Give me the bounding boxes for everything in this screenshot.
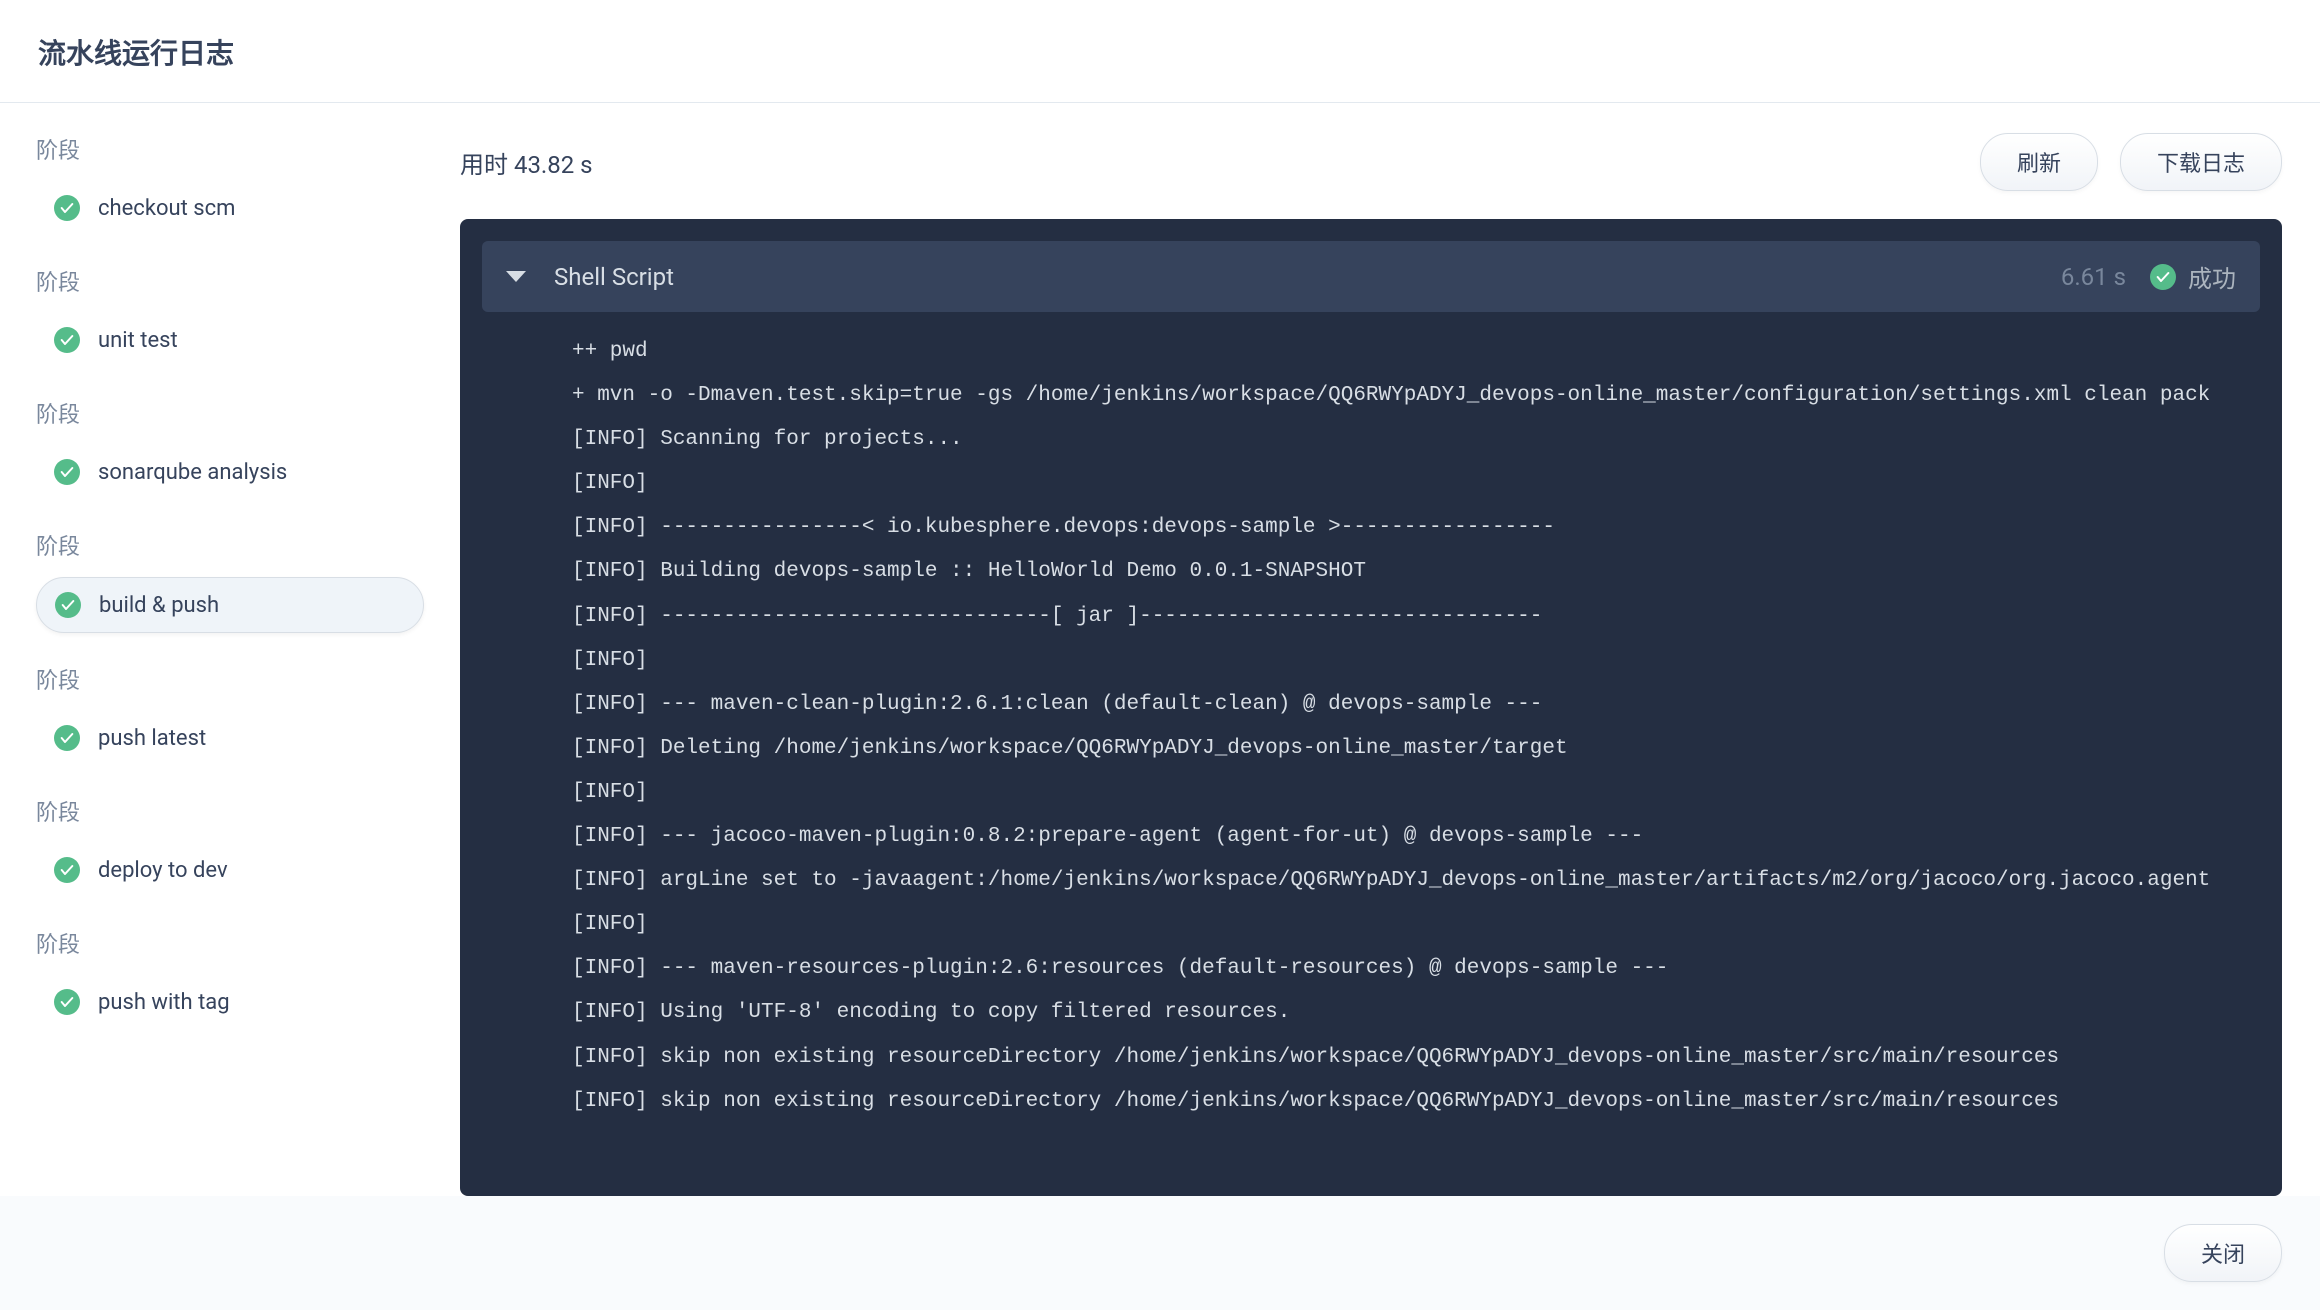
- stage-group-label: 阶段: [36, 133, 424, 165]
- log-line: [INFO]: [572, 771, 2260, 815]
- log-status-text: 成功: [2188, 259, 2236, 294]
- log-section-time: 6.61 s: [2061, 263, 2126, 291]
- log-line: + mvn -o -Dmaven.test.skip=true -gs /hom…: [572, 374, 2260, 418]
- sidebar: 阶段 checkout scm 阶段 unit test 阶段 sonarqube ana…: [0, 103, 460, 1196]
- stage-name: checkout scm: [98, 196, 235, 221]
- stage-group-label: 阶段: [36, 795, 424, 827]
- caret-down-icon: [506, 271, 526, 282]
- log-line: [INFO] --- maven-clean-plugin:2.6.1:clea…: [572, 683, 2260, 727]
- stage-group-label: 阶段: [36, 529, 424, 561]
- check-icon: [54, 989, 80, 1015]
- log-line: [INFO]: [572, 639, 2260, 683]
- stage-group-label: 阶段: [36, 927, 424, 959]
- check-icon: [54, 195, 80, 221]
- check-icon: [2150, 264, 2176, 290]
- stage-item[interactable]: build & push: [36, 577, 424, 633]
- stage-item[interactable]: push with tag: [36, 975, 424, 1029]
- stage-group-label: 阶段: [36, 265, 424, 297]
- log-line: [INFO] -------------------------------[ …: [572, 595, 2260, 639]
- stage-name: sonarqube analysis: [98, 460, 287, 485]
- log-line: [INFO] Deleting /home/jenkins/workspace/…: [572, 727, 2260, 771]
- check-icon: [55, 592, 81, 618]
- log-line: [INFO]: [572, 462, 2260, 506]
- log-line: [INFO] Building devops-sample :: HelloWo…: [572, 550, 2260, 594]
- log-line: [INFO] --- jacoco-maven-plugin:0.8.2:pre…: [572, 815, 2260, 859]
- stage-name: push latest: [98, 726, 206, 751]
- dialog-header: 流水线运行日志: [0, 0, 2320, 103]
- log-section-header[interactable]: Shell Script 6.61 s 成功: [482, 241, 2260, 312]
- stage-name: deploy to dev: [98, 858, 228, 883]
- check-icon: [54, 725, 80, 751]
- log-line: [INFO] Using 'UTF-8' encoding to copy fi…: [572, 991, 2260, 1035]
- log-panel: Shell Script 6.61 s 成功 ++ pwd+ mvn -o -D…: [460, 219, 2282, 1196]
- check-icon: [54, 459, 80, 485]
- log-line: [INFO]: [572, 903, 2260, 947]
- stage-item[interactable]: sonarqube analysis: [36, 445, 424, 499]
- stage-item[interactable]: push latest: [36, 711, 424, 765]
- log-line: [INFO] Scanning for projects...: [572, 418, 2260, 462]
- dialog-footer: 关闭: [0, 1196, 2320, 1310]
- log-body[interactable]: ++ pwd+ mvn -o -Dmaven.test.skip=true -g…: [482, 330, 2260, 1174]
- refresh-button[interactable]: 刷新: [1980, 133, 2098, 191]
- log-line: ++ pwd: [572, 330, 2260, 374]
- duration-label: 用时 43.82 s: [460, 145, 593, 180]
- log-line: [INFO] ----------------< io.kubesphere.d…: [572, 506, 2260, 550]
- stage-item[interactable]: deploy to dev: [36, 843, 424, 897]
- download-log-button[interactable]: 下载日志: [2120, 133, 2282, 191]
- stage-item[interactable]: checkout scm: [36, 181, 424, 235]
- log-section-title: Shell Script: [554, 263, 2061, 291]
- stage-group-label: 阶段: [36, 663, 424, 695]
- log-line: [INFO] --- maven-resources-plugin:2.6:re…: [572, 947, 2260, 991]
- close-button[interactable]: 关闭: [2164, 1224, 2282, 1282]
- check-icon: [54, 857, 80, 883]
- stage-name: push with tag: [98, 990, 230, 1015]
- stage-group-label: 阶段: [36, 397, 424, 429]
- stage-name: unit test: [98, 328, 178, 353]
- log-section-status: 成功: [2150, 259, 2236, 294]
- log-line: [INFO] skip non existing resourceDirecto…: [572, 1080, 2260, 1124]
- log-line: [INFO] argLine set to -javaagent:/home/j…: [572, 859, 2260, 903]
- dialog-title: 流水线运行日志: [38, 32, 2282, 72]
- stage-name: build & push: [99, 593, 219, 618]
- stage-item[interactable]: unit test: [36, 313, 424, 367]
- main-content: 用时 43.82 s 刷新 下载日志 Shell Script 6.61 s 成…: [460, 103, 2320, 1196]
- check-icon: [54, 327, 80, 353]
- log-line: [INFO] skip non existing resourceDirecto…: [572, 1036, 2260, 1080]
